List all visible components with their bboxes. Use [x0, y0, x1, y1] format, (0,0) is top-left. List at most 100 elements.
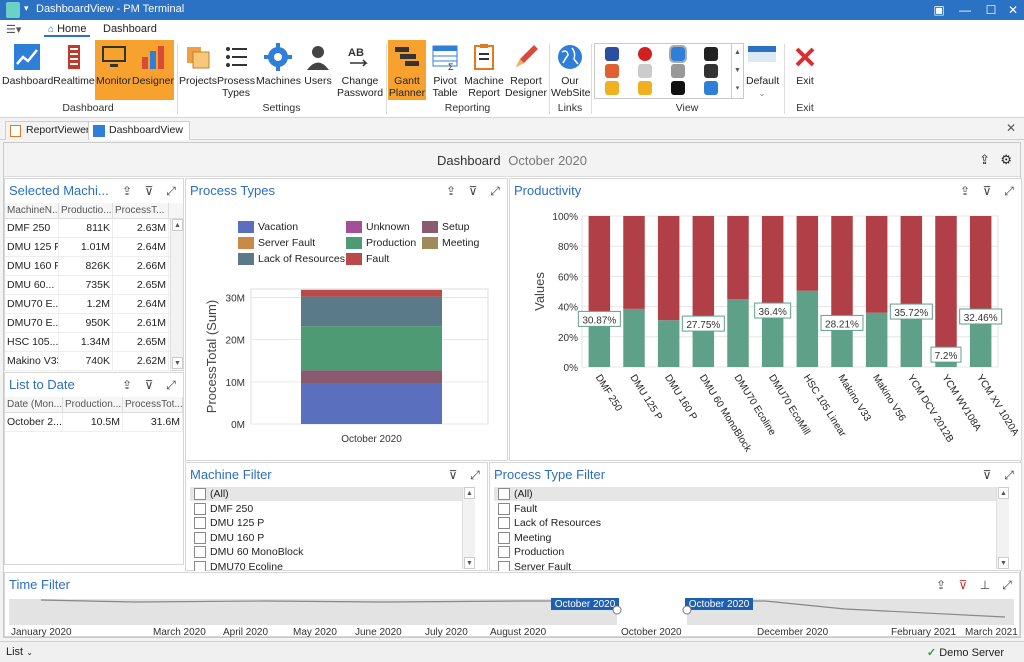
filter-item[interactable]: Lack of Resources — [494, 516, 1001, 530]
table-row[interactable]: DMU70 E... 1.2M 2.64M — [5, 295, 170, 314]
scroll-down-icon[interactable]: ▼ — [464, 557, 475, 569]
bar-fault[interactable] — [692, 216, 715, 326]
filter-item[interactable]: DMF 250 — [190, 502, 467, 516]
bar-fault[interactable] — [623, 216, 645, 309]
gallery-scroll[interactable]: ▲ ▼ ▾ — [731, 44, 743, 98]
skin-swatch-icon[interactable] — [669, 45, 687, 63]
skin-swatch-icon[interactable] — [671, 81, 685, 95]
parameters-icon[interactable]: ⚙ — [1000, 152, 1012, 168]
filter-item[interactable]: Production — [494, 545, 1001, 559]
maximize-icon[interactable]: ⤢ — [163, 377, 179, 393]
users-button[interactable]: Users — [301, 40, 335, 100]
exit-button[interactable]: Exit — [788, 40, 822, 100]
column-header[interactable]: ProcessTot... — [123, 397, 183, 413]
checkbox[interactable] — [194, 502, 206, 515]
checkbox[interactable] — [498, 560, 510, 571]
close-icon[interactable]: ✕ — [1004, 2, 1022, 18]
table-row[interactable]: Makino V33 740K 2.62M — [5, 352, 170, 371]
filter-item[interactable]: Meeting — [494, 531, 1001, 545]
export-icon[interactable]: ⇪ — [933, 577, 949, 593]
scroll-up-icon[interactable]: ▲ — [464, 487, 475, 499]
table-row[interactable]: October 2... 10.5M 31.6M — [5, 413, 183, 432]
filter-item[interactable]: DMU 125 P — [190, 516, 467, 530]
table-row[interactable]: DMF 250 811K 2.63M — [5, 219, 170, 238]
bar-production[interactable] — [588, 320, 611, 367]
table-row[interactable]: DMU 160 P 826K 2.66M — [5, 257, 170, 276]
vertical-scrollbar[interactable]: ▲ ▼ — [462, 487, 475, 569]
maximize-icon[interactable]: ⤢ — [163, 183, 179, 199]
dashboard-button[interactable]: Dashboard — [2, 40, 53, 100]
bar-segment-production[interactable] — [301, 326, 442, 371]
status-list[interactable]: List ⌄ — [6, 646, 33, 658]
table-row[interactable]: HSC 105... 1.34M 2.65M — [5, 333, 170, 352]
vertical-scrollbar[interactable]: ▲ ▼ — [996, 487, 1009, 569]
export-icon[interactable]: ⇪ — [119, 183, 135, 199]
range-track[interactable] — [9, 599, 1014, 625]
skin-swatch-icon[interactable] — [704, 47, 718, 61]
tab-dashboardview[interactable]: DashboardView — [88, 121, 190, 140]
tab-home[interactable]: ⌂ Home — [44, 23, 91, 37]
machine-report-button[interactable]: Machine Report — [464, 40, 504, 100]
filter-item[interactable]: DMU 160 P — [190, 531, 467, 545]
filter-item[interactable]: DMU 60 MonoBlock — [190, 545, 467, 559]
scroll-up-icon[interactable]: ▲ — [998, 487, 1009, 499]
column-header[interactable]: ProcessT... — [113, 203, 169, 219]
clear-filter-icon[interactable]: ⊽ — [141, 377, 157, 393]
bar-fault[interactable] — [727, 216, 749, 300]
time-range-selector[interactable]: January 2020 March 2020 April 2020 May 2020… — [5, 597, 1019, 637]
bar-fault[interactable] — [657, 216, 680, 321]
range-handle[interactable] — [612, 605, 622, 615]
clear-filter-icon[interactable]: ⊽ — [979, 467, 995, 483]
bar-fault[interactable] — [900, 216, 923, 314]
tab-reportviewer[interactable]: ReportViewer — [5, 121, 97, 140]
export-icon[interactable]: ⇪ — [119, 377, 135, 393]
bar-production[interactable] — [900, 313, 923, 367]
table-row[interactable]: DMU 60... 735K 2.65M — [5, 276, 170, 295]
checkbox[interactable] — [194, 488, 206, 500]
our-website-button[interactable]: Our WebSite — [551, 40, 591, 100]
skin-swatch-icon[interactable] — [638, 47, 652, 61]
select-range-icon[interactable]: ⊥ — [977, 577, 993, 593]
app-menu-icon[interactable]: ☰▾ — [6, 23, 21, 36]
filter-item[interactable]: Fault — [494, 502, 1001, 516]
pivot-table-button[interactable]: Σ Pivot Table — [427, 40, 463, 100]
bar-fault[interactable] — [935, 216, 957, 357]
bar-fault[interactable] — [588, 216, 611, 321]
clear-filter-icon[interactable]: ⊽ — [141, 183, 157, 199]
range-handle-label[interactable]: October 2020 — [551, 598, 619, 610]
close-tab-icon[interactable]: ✕ — [1006, 121, 1016, 135]
bar-fault[interactable] — [865, 216, 888, 313]
maximize-icon[interactable]: ☐ — [982, 2, 1000, 18]
change-password-button[interactable]: AB Change Password — [336, 40, 384, 100]
gantt-planner-button[interactable]: Gantt Planner — [388, 40, 426, 100]
report-designer-button[interactable]: Report Designer — [505, 40, 547, 100]
bar-segment-fault[interactable] — [301, 289, 442, 297]
skin-swatch-icon[interactable] — [605, 47, 619, 61]
filter-item[interactable]: DMU70 Ecoline — [190, 560, 467, 571]
bar-segment-setup[interactable] — [301, 370, 442, 384]
minimize-icon[interactable]: — — [956, 2, 974, 18]
bar-production[interactable] — [865, 312, 888, 367]
bar-fault[interactable] — [969, 216, 992, 318]
bar-production[interactable] — [623, 308, 645, 367]
checkbox[interactable] — [498, 502, 510, 515]
monitor-button[interactable]: Monitor — [95, 40, 132, 100]
designer-button[interactable]: Designer — [132, 40, 174, 100]
scroll-down-icon[interactable]: ▼ — [172, 357, 183, 369]
skin-swatch-icon[interactable] — [638, 64, 652, 78]
bar-production[interactable] — [727, 299, 749, 367]
column-header[interactable]: Production... — [63, 397, 123, 413]
filter-item[interactable]: Server Fault — [494, 560, 1001, 571]
export-icon[interactable]: ⇪ — [979, 152, 990, 168]
default-skin-button[interactable]: Default ⌄ — [746, 40, 779, 100]
column-header[interactable]: MachineN... — [5, 203, 59, 219]
clear-filter-icon[interactable]: ⊽ — [955, 577, 971, 593]
process-types-button[interactable]: Prosess Types — [217, 40, 255, 100]
bar-fault[interactable] — [761, 216, 784, 313]
checkbox[interactable] — [194, 517, 206, 529]
skin-swatch-icon[interactable] — [605, 81, 619, 95]
checkbox[interactable] — [194, 546, 206, 558]
filter-item[interactable]: (All) — [190, 487, 467, 501]
clear-filter-icon[interactable]: ⊽ — [445, 467, 461, 483]
selected-range[interactable] — [617, 599, 687, 625]
